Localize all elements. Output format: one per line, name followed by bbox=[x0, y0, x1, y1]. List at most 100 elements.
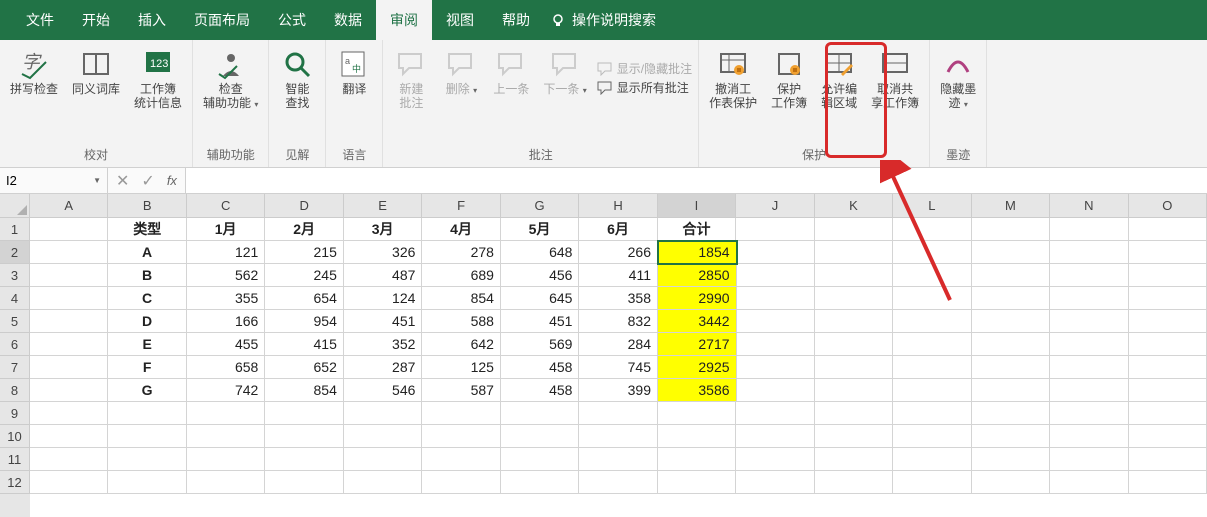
fx-icon[interactable]: fx bbox=[167, 173, 177, 188]
cell-E3[interactable]: 487 bbox=[344, 264, 423, 287]
cell-G7[interactable]: 458 bbox=[501, 356, 580, 379]
cell-G3[interactable]: 456 bbox=[501, 264, 580, 287]
cell-K5[interactable] bbox=[815, 310, 893, 333]
cell-D2[interactable]: 215 bbox=[265, 241, 344, 264]
cell-A3[interactable] bbox=[30, 264, 108, 287]
tab-数据[interactable]: 数据 bbox=[320, 0, 376, 40]
cell-F6[interactable]: 642 bbox=[422, 333, 501, 356]
column-header-D[interactable]: D bbox=[265, 194, 343, 218]
cell-O10[interactable] bbox=[1129, 425, 1207, 448]
cell-O4[interactable] bbox=[1129, 287, 1207, 310]
cell-B11[interactable] bbox=[108, 448, 186, 471]
cell-I2[interactable]: 1854 bbox=[658, 241, 737, 264]
cell-F10[interactable] bbox=[422, 425, 500, 448]
cell-N1[interactable] bbox=[1050, 218, 1128, 241]
cell-I4[interactable]: 2990 bbox=[658, 287, 737, 310]
cell-G1[interactable]: 5月 bbox=[501, 218, 579, 241]
accessibility-check-button[interactable]: 检查 辅助功能 ▾ bbox=[199, 44, 262, 114]
cell-D12[interactable] bbox=[265, 471, 343, 494]
cell-J7[interactable] bbox=[737, 356, 815, 379]
cell-E11[interactable] bbox=[344, 448, 422, 471]
cell-A4[interactable] bbox=[30, 287, 108, 310]
row-header-11[interactable]: 11 bbox=[0, 448, 30, 471]
cell-H1[interactable]: 6月 bbox=[579, 218, 657, 241]
cell-H4[interactable]: 358 bbox=[579, 287, 658, 310]
cell-C1[interactable]: 1月 bbox=[187, 218, 265, 241]
cell-I12[interactable] bbox=[658, 471, 736, 494]
cell-L8[interactable] bbox=[893, 379, 971, 402]
tab-公式[interactable]: 公式 bbox=[264, 0, 320, 40]
cell-L11[interactable] bbox=[893, 448, 971, 471]
cell-E7[interactable]: 287 bbox=[344, 356, 423, 379]
cell-C3[interactable]: 562 bbox=[187, 264, 266, 287]
cell-A1[interactable] bbox=[30, 218, 108, 241]
cell-F2[interactable]: 278 bbox=[422, 241, 501, 264]
cell-L9[interactable] bbox=[893, 402, 971, 425]
cell-B10[interactable] bbox=[108, 425, 186, 448]
workbook-stats-button[interactable]: 123工作簿 统计信息 bbox=[130, 44, 186, 112]
cell-C2[interactable]: 121 bbox=[187, 241, 266, 264]
cell-F12[interactable] bbox=[422, 471, 500, 494]
tell-me-search[interactable]: 操作说明搜索 bbox=[550, 10, 656, 30]
cell-J8[interactable] bbox=[737, 379, 815, 402]
column-header-B[interactable]: B bbox=[108, 194, 186, 218]
cell-D11[interactable] bbox=[265, 448, 343, 471]
tab-开始[interactable]: 开始 bbox=[68, 0, 124, 40]
cell-D3[interactable]: 245 bbox=[265, 264, 344, 287]
cell-J11[interactable] bbox=[736, 448, 814, 471]
cell-N7[interactable] bbox=[1050, 356, 1128, 379]
cell-H8[interactable]: 399 bbox=[579, 379, 658, 402]
cell-K7[interactable] bbox=[815, 356, 893, 379]
cell-E1[interactable]: 3月 bbox=[344, 218, 422, 241]
cell-J2[interactable] bbox=[737, 241, 815, 264]
cell-F3[interactable]: 689 bbox=[422, 264, 501, 287]
cell-C4[interactable]: 355 bbox=[187, 287, 266, 310]
protect-workbook-button[interactable]: 保护 工作簿 bbox=[767, 44, 811, 112]
tab-审阅[interactable]: 审阅 bbox=[376, 0, 432, 40]
row-header-10[interactable]: 10 bbox=[0, 425, 30, 448]
cell-J5[interactable] bbox=[737, 310, 815, 333]
cell-F4[interactable]: 854 bbox=[422, 287, 501, 310]
cell-I6[interactable]: 2717 bbox=[658, 333, 737, 356]
cell-E6[interactable]: 352 bbox=[344, 333, 423, 356]
cell-O5[interactable] bbox=[1129, 310, 1207, 333]
cell-M3[interactable] bbox=[972, 264, 1050, 287]
tab-文件[interactable]: 文件 bbox=[12, 0, 68, 40]
cell-D5[interactable]: 954 bbox=[265, 310, 344, 333]
cell-A10[interactable] bbox=[30, 425, 108, 448]
cell-J10[interactable] bbox=[736, 425, 814, 448]
cell-E8[interactable]: 546 bbox=[344, 379, 423, 402]
cell-I9[interactable] bbox=[658, 402, 736, 425]
cell-A12[interactable] bbox=[30, 471, 108, 494]
hide-ink-button[interactable]: 隐藏墨 迹 ▾ bbox=[936, 44, 980, 114]
cell-B8[interactable]: G bbox=[108, 379, 186, 402]
row-header-4[interactable]: 4 bbox=[0, 287, 30, 310]
cell-M6[interactable] bbox=[972, 333, 1050, 356]
column-header-F[interactable]: F bbox=[422, 194, 500, 218]
column-header-J[interactable]: J bbox=[736, 194, 814, 218]
cell-F9[interactable] bbox=[422, 402, 500, 425]
cell-H12[interactable] bbox=[579, 471, 657, 494]
cell-L10[interactable] bbox=[893, 425, 971, 448]
select-all-corner[interactable] bbox=[0, 194, 30, 218]
cell-O7[interactable] bbox=[1129, 356, 1207, 379]
cell-B12[interactable] bbox=[108, 471, 186, 494]
cell-L4[interactable] bbox=[893, 287, 971, 310]
cell-L12[interactable] bbox=[893, 471, 971, 494]
cell-M12[interactable] bbox=[972, 471, 1050, 494]
cell-D7[interactable]: 652 bbox=[265, 356, 344, 379]
cell-M8[interactable] bbox=[972, 379, 1050, 402]
cell-A2[interactable] bbox=[30, 241, 108, 264]
cell-M2[interactable] bbox=[972, 241, 1050, 264]
cell-B1[interactable]: 类型 bbox=[108, 218, 186, 241]
cell-N2[interactable] bbox=[1050, 241, 1128, 264]
cell-I8[interactable]: 3586 bbox=[658, 379, 737, 402]
cell-L6[interactable] bbox=[893, 333, 971, 356]
cell-J1[interactable] bbox=[736, 218, 814, 241]
formula-input[interactable] bbox=[186, 168, 1207, 193]
cell-I1[interactable]: 合计 bbox=[658, 218, 736, 241]
cell-D10[interactable] bbox=[265, 425, 343, 448]
cell-L3[interactable] bbox=[893, 264, 971, 287]
cell-A7[interactable] bbox=[30, 356, 108, 379]
translate-button[interactable]: a中翻译 bbox=[332, 44, 376, 98]
